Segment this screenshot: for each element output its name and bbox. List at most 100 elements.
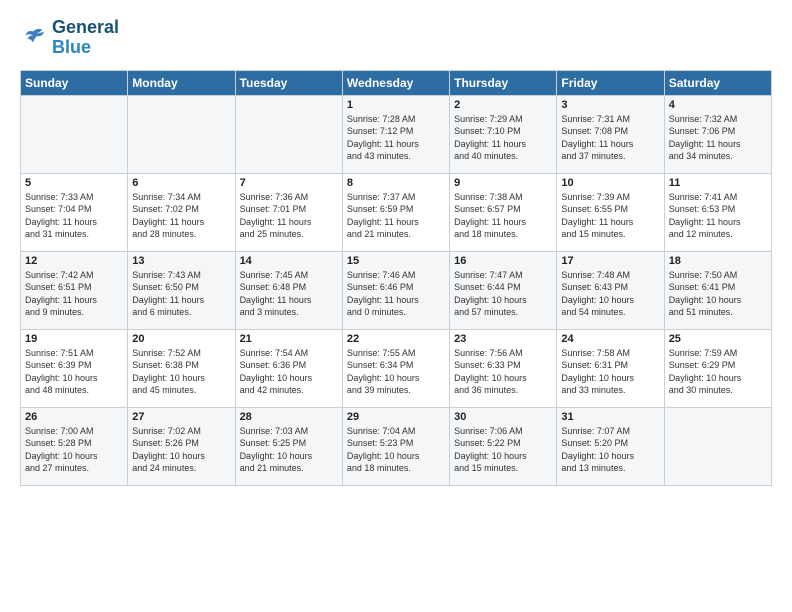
calendar-cell: 21 Sunrise: 7:54 AM Sunset: 6:36 PM Dayli… bbox=[235, 329, 342, 407]
calendar-cell bbox=[21, 95, 128, 173]
cell-content: Sunrise: 7:48 AM Sunset: 6:43 PM Dayligh… bbox=[561, 269, 659, 319]
day-number: 10 bbox=[561, 177, 659, 189]
cell-content: Sunrise: 7:07 AM Sunset: 5:20 PM Dayligh… bbox=[561, 425, 659, 475]
calendar-cell: 28Sunrise: 7:03 AM Sunset: 5:25 PM Dayli… bbox=[235, 407, 342, 485]
cell-content: Sunrise: 7:58 AM Sunset: 6:31 PM Dayligh… bbox=[561, 347, 659, 397]
calendar-cell: 30 Sunrise: 7:06 AM Sunset: 5:22 PM Dayli… bbox=[450, 407, 557, 485]
calendar-week-row: 5 Sunrise: 7:33 AM Sunset: 7:04 PM Daylig… bbox=[21, 173, 772, 251]
day-of-week-header: Thursday bbox=[450, 70, 557, 95]
day-number: 14 bbox=[240, 255, 338, 267]
day-number: 17 bbox=[561, 255, 659, 267]
day-number: 18 bbox=[669, 255, 767, 267]
calendar-cell: 22Sunrise: 7:55 AM Sunset: 6:34 PM Dayli… bbox=[342, 329, 449, 407]
day-number: 4 bbox=[669, 99, 767, 111]
cell-content: Sunrise: 7:34 AM Sunset: 7:02 PM Dayligh… bbox=[132, 191, 230, 241]
calendar-cell: 15 Sunrise: 7:46 AM Sunset: 6:46 PM Dayli… bbox=[342, 251, 449, 329]
day-of-week-header: Sunday bbox=[21, 70, 128, 95]
day-number: 29 bbox=[347, 411, 445, 423]
calendar-cell: 31 Sunrise: 7:07 AM Sunset: 5:20 PM Dayli… bbox=[557, 407, 664, 485]
calendar-week-row: 19 Sunrise: 7:51 AM Sunset: 6:39 PM Dayli… bbox=[21, 329, 772, 407]
cell-content: Sunrise: 7:04 AM Sunset: 5:23 PM Dayligh… bbox=[347, 425, 445, 475]
day-of-week-header: Monday bbox=[128, 70, 235, 95]
day-number: 20 bbox=[132, 333, 230, 345]
calendar-cell: 13 Sunrise: 7:43 AM Sunset: 6:50 PM Dayli… bbox=[128, 251, 235, 329]
day-number: 24 bbox=[561, 333, 659, 345]
calendar-cell: 14 Sunrise: 7:45 AM Sunset: 6:48 PM Dayli… bbox=[235, 251, 342, 329]
cell-content: Sunrise: 7:02 AM Sunset: 5:26 PM Dayligh… bbox=[132, 425, 230, 475]
day-of-week-header: Tuesday bbox=[235, 70, 342, 95]
header: General Blue bbox=[20, 18, 772, 58]
cell-content: Sunrise: 7:52 AM Sunset: 6:38 PM Dayligh… bbox=[132, 347, 230, 397]
calendar-cell: 17 Sunrise: 7:48 AM Sunset: 6:43 PM Dayli… bbox=[557, 251, 664, 329]
day-number: 3 bbox=[561, 99, 659, 111]
calendar-cell: 12Sunrise: 7:42 AM Sunset: 6:51 PM Dayli… bbox=[21, 251, 128, 329]
day-number: 11 bbox=[669, 177, 767, 189]
day-number: 19 bbox=[25, 333, 123, 345]
calendar-week-row: 26 Sunrise: 7:00 AM Sunset: 5:28 PM Dayli… bbox=[21, 407, 772, 485]
calendar-cell: 23 Sunrise: 7:56 AM Sunset: 6:33 PM Dayli… bbox=[450, 329, 557, 407]
calendar-cell: 18 Sunrise: 7:50 AM Sunset: 6:41 PM Dayli… bbox=[664, 251, 771, 329]
day-number: 15 bbox=[347, 255, 445, 267]
day-number: 21 bbox=[240, 333, 338, 345]
day-of-week-header: Wednesday bbox=[342, 70, 449, 95]
calendar-cell: 3 Sunrise: 7:31 AM Sunset: 7:08 PM Daylig… bbox=[557, 95, 664, 173]
calendar-cell: 7 Sunrise: 7:36 AM Sunset: 7:01 PM Daylig… bbox=[235, 173, 342, 251]
cell-content: Sunrise: 7:51 AM Sunset: 6:39 PM Dayligh… bbox=[25, 347, 123, 397]
cell-content: Sunrise: 7:43 AM Sunset: 6:50 PM Dayligh… bbox=[132, 269, 230, 319]
calendar-table: SundayMondayTuesdayWednesdayThursdayFrid… bbox=[20, 70, 772, 486]
cell-content: Sunrise: 7:32 AM Sunset: 7:06 PM Dayligh… bbox=[669, 113, 767, 163]
cell-content: Sunrise: 7:29 AM Sunset: 7:10 PM Dayligh… bbox=[454, 113, 552, 163]
calendar-cell: 5 Sunrise: 7:33 AM Sunset: 7:04 PM Daylig… bbox=[21, 173, 128, 251]
calendar-cell: 4 Sunrise: 7:32 AM Sunset: 7:06 PM Daylig… bbox=[664, 95, 771, 173]
calendar-week-row: 12Sunrise: 7:42 AM Sunset: 6:51 PM Dayli… bbox=[21, 251, 772, 329]
day-number: 23 bbox=[454, 333, 552, 345]
cell-content: Sunrise: 7:45 AM Sunset: 6:48 PM Dayligh… bbox=[240, 269, 338, 319]
logo-text-general: General bbox=[52, 18, 119, 38]
cell-content: Sunrise: 7:00 AM Sunset: 5:28 PM Dayligh… bbox=[25, 425, 123, 475]
day-number: 26 bbox=[25, 411, 123, 423]
cell-content: Sunrise: 7:50 AM Sunset: 6:41 PM Dayligh… bbox=[669, 269, 767, 319]
logo-text-blue: Blue bbox=[52, 38, 119, 58]
day-number: 25 bbox=[669, 333, 767, 345]
calendar-cell: 19 Sunrise: 7:51 AM Sunset: 6:39 PM Dayli… bbox=[21, 329, 128, 407]
cell-content: Sunrise: 7:46 AM Sunset: 6:46 PM Dayligh… bbox=[347, 269, 445, 319]
day-number: 28 bbox=[240, 411, 338, 423]
calendar-cell bbox=[235, 95, 342, 173]
logo-icon bbox=[20, 24, 48, 52]
calendar-cell: 24 Sunrise: 7:58 AM Sunset: 6:31 PM Dayli… bbox=[557, 329, 664, 407]
calendar-cell: 10 Sunrise: 7:39 AM Sunset: 6:55 PM Dayli… bbox=[557, 173, 664, 251]
cell-content: Sunrise: 7:56 AM Sunset: 6:33 PM Dayligh… bbox=[454, 347, 552, 397]
day-number: 13 bbox=[132, 255, 230, 267]
calendar-cell: 16 Sunrise: 7:47 AM Sunset: 6:44 PM Dayli… bbox=[450, 251, 557, 329]
cell-content: Sunrise: 7:59 AM Sunset: 6:29 PM Dayligh… bbox=[669, 347, 767, 397]
calendar-cell: 20 Sunrise: 7:52 AM Sunset: 6:38 PM Dayli… bbox=[128, 329, 235, 407]
day-number: 8 bbox=[347, 177, 445, 189]
cell-content: Sunrise: 7:33 AM Sunset: 7:04 PM Dayligh… bbox=[25, 191, 123, 241]
calendar-cell: 9 Sunrise: 7:38 AM Sunset: 6:57 PM Daylig… bbox=[450, 173, 557, 251]
day-number: 5 bbox=[25, 177, 123, 189]
calendar-header-row: SundayMondayTuesdayWednesdayThursdayFrid… bbox=[21, 70, 772, 95]
calendar-cell: 27 Sunrise: 7:02 AM Sunset: 5:26 PM Dayli… bbox=[128, 407, 235, 485]
day-number: 7 bbox=[240, 177, 338, 189]
calendar-cell: 11Sunrise: 7:41 AM Sunset: 6:53 PM Dayli… bbox=[664, 173, 771, 251]
calendar-cell: 8 Sunrise: 7:37 AM Sunset: 6:59 PM Daylig… bbox=[342, 173, 449, 251]
cell-content: Sunrise: 7:36 AM Sunset: 7:01 PM Dayligh… bbox=[240, 191, 338, 241]
day-number: 22 bbox=[347, 333, 445, 345]
cell-content: Sunrise: 7:42 AM Sunset: 6:51 PM Dayligh… bbox=[25, 269, 123, 319]
day-number: 27 bbox=[132, 411, 230, 423]
cell-content: Sunrise: 7:37 AM Sunset: 6:59 PM Dayligh… bbox=[347, 191, 445, 241]
cell-content: Sunrise: 7:31 AM Sunset: 7:08 PM Dayligh… bbox=[561, 113, 659, 163]
cell-content: Sunrise: 7:06 AM Sunset: 5:22 PM Dayligh… bbox=[454, 425, 552, 475]
cell-content: Sunrise: 7:39 AM Sunset: 6:55 PM Dayligh… bbox=[561, 191, 659, 241]
day-number: 30 bbox=[454, 411, 552, 423]
calendar-cell: 26 Sunrise: 7:00 AM Sunset: 5:28 PM Dayli… bbox=[21, 407, 128, 485]
day-number: 16 bbox=[454, 255, 552, 267]
cell-content: Sunrise: 7:54 AM Sunset: 6:36 PM Dayligh… bbox=[240, 347, 338, 397]
day-number: 2 bbox=[454, 99, 552, 111]
day-number: 9 bbox=[454, 177, 552, 189]
page-container: General Blue SundayMondayTuesdayWednesda… bbox=[0, 0, 792, 496]
cell-content: Sunrise: 7:47 AM Sunset: 6:44 PM Dayligh… bbox=[454, 269, 552, 319]
cell-content: Sunrise: 7:38 AM Sunset: 6:57 PM Dayligh… bbox=[454, 191, 552, 241]
day-number: 31 bbox=[561, 411, 659, 423]
calendar-cell bbox=[664, 407, 771, 485]
